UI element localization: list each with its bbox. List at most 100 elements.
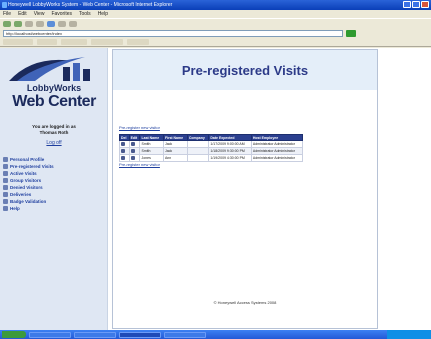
main-panel: Pre-registered Visits Pre-register new v… — [112, 49, 378, 329]
maximize-button[interactable] — [412, 1, 420, 8]
cell-date-expected: 1/19/2009 4:30:00 PM — [208, 154, 252, 162]
sidebar-item-group-visitors[interactable]: Group Visitors — [3, 177, 103, 184]
cell-company — [186, 154, 210, 162]
browser-window: Honeywell LobbyWorks System - Web Center… — [0, 0, 431, 339]
table-row: Smith Jack 1/17/2009 9:00:00 AM Administ… — [119, 140, 304, 148]
ie-icon — [2, 2, 7, 8]
window-title: Honeywell LobbyWorks System - Web Center… — [8, 2, 173, 8]
sidebar-item-label: Badge Validation — [10, 199, 47, 204]
page-footer: © Honeywell Access Systems 2008 — [213, 300, 277, 305]
sidebar-item-badge-validation[interactable]: Badge Validation — [3, 198, 103, 205]
lobbyworks-logo: LobbyWorks Web Center — [3, 51, 105, 115]
pre-register-link-top[interactable]: Pre-register new visitor — [119, 125, 372, 131]
minimize-button[interactable] — [403, 1, 411, 8]
sidebar-item-deliveries[interactable]: Deliveries — [3, 191, 103, 198]
sidebar-item-label: Help — [10, 206, 20, 211]
menu-help[interactable]: Help — [98, 10, 108, 18]
links-toolbar-item[interactable] — [127, 39, 149, 45]
pre-register-link-bottom[interactable]: Pre-register new visitor — [119, 162, 372, 168]
page-title: Pre-registered Visits — [181, 63, 309, 78]
logo-graphic — [9, 57, 90, 81]
delete-cell[interactable] — [119, 147, 130, 155]
refresh-button[interactable] — [36, 20, 44, 27]
close-button[interactable] — [421, 1, 429, 8]
table-row: Jones Ann 1/19/2009 4:30:00 PM Administr… — [119, 154, 304, 162]
menu-view[interactable]: View — [34, 10, 45, 18]
delete-cell[interactable] — [119, 140, 130, 148]
cell-host-employee: Administrator Administrator — [250, 154, 304, 162]
edit-icon[interactable] — [130, 141, 135, 146]
cell-host-employee: Administrator Administrator — [250, 147, 304, 155]
delete-icon[interactable] — [121, 148, 125, 153]
table-row: Smith Jack 1/18/2009 9:30:00 PM Administ… — [119, 147, 304, 155]
delete-icon[interactable] — [121, 141, 125, 146]
links-toolbar-item[interactable] — [3, 39, 33, 45]
start-button[interactable] — [2, 331, 26, 338]
system-tray — [387, 330, 431, 339]
profile-icon — [3, 157, 8, 162]
cell-last-name: Smith — [139, 140, 164, 148]
page-content: LobbyWorks Web Center You are logged in … — [0, 48, 431, 330]
logged-in-info: You are logged in as Thomas Roth — [8, 124, 100, 136]
edit-cell[interactable] — [128, 140, 141, 148]
visits-icon — [3, 171, 8, 176]
menu-bar: File Edit View Favorites Tools Help — [0, 10, 431, 18]
back-button[interactable] — [3, 20, 11, 27]
forward-button[interactable] — [14, 20, 22, 27]
cell-date-expected: 1/17/2009 9:00:00 AM — [208, 140, 252, 148]
logged-in-user: Thomas Roth — [39, 130, 69, 135]
group-icon — [3, 178, 8, 183]
visits-table: Del Edit Last Name First Name Company Da… — [119, 134, 304, 162]
menu-file[interactable]: File — [3, 10, 11, 18]
cell-company — [186, 140, 210, 148]
cell-first-name: Ann — [162, 154, 188, 162]
page-header: Pre-registered Visits — [113, 50, 377, 90]
delete-cell[interactable] — [119, 154, 130, 162]
logoff-link[interactable]: Log off — [8, 140, 100, 146]
home-button[interactable] — [47, 20, 55, 27]
denied-icon — [3, 185, 8, 190]
edit-cell[interactable] — [128, 147, 141, 155]
sidebar-item-active-visits[interactable]: Active Visits — [3, 170, 103, 177]
menu-edit[interactable]: Edit — [18, 10, 27, 18]
toolbar — [0, 18, 431, 28]
taskbar-button[interactable] — [29, 331, 71, 338]
sidebar: LobbyWorks Web Center You are logged in … — [0, 48, 108, 330]
address-bar: http://localhost/webcenter/index — [0, 28, 431, 38]
taskbar-button[interactable] — [74, 331, 116, 338]
cell-date-expected: 1/18/2009 9:30:00 PM — [208, 147, 252, 155]
help-icon — [3, 206, 8, 211]
links-toolbar-item[interactable] — [61, 39, 87, 45]
sidebar-item-pre-registered-visits[interactable]: Pre-registered Visits — [3, 163, 103, 170]
address-input[interactable]: http://localhost/webcenter/index — [3, 29, 343, 37]
window-controls — [403, 1, 429, 8]
sidebar-item-help[interactable]: Help — [3, 205, 103, 212]
cell-last-name: Jones — [139, 154, 164, 162]
package-icon — [3, 192, 8, 197]
title-bar: Honeywell LobbyWorks System - Web Center… — [0, 0, 431, 10]
edit-icon[interactable] — [130, 148, 135, 153]
sidebar-item-personal-profile[interactable]: Personal Profile — [3, 156, 103, 163]
edit-cell[interactable] — [128, 154, 141, 162]
menu-tools[interactable]: Tools — [79, 10, 91, 18]
logo-lobbyworks-text: LobbyWorks — [26, 83, 82, 93]
sidebar-item-label: Pre-registered Visits — [10, 164, 54, 169]
menu-favorites[interactable]: Favorites — [51, 10, 72, 18]
delete-icon[interactable] — [121, 155, 125, 160]
links-toolbar-item[interactable] — [37, 39, 57, 45]
calendar-icon — [3, 164, 8, 169]
go-button[interactable] — [346, 29, 356, 37]
sidebar-item-label: Deliveries — [10, 192, 32, 197]
sidebar-item-label: Personal Profile — [10, 157, 45, 162]
stop-button[interactable] — [25, 20, 33, 27]
links-toolbar-item[interactable] — [91, 39, 123, 45]
sidebar-item-label: Denied Visitors — [10, 185, 43, 190]
cell-host-employee: Administrator Administrator — [250, 140, 304, 148]
search-button[interactable] — [58, 20, 66, 27]
taskbar-button-active[interactable] — [119, 331, 161, 338]
sidebar-nav: Personal Profile Pre-registered Visits A… — [3, 156, 103, 212]
favorites-button[interactable] — [69, 20, 77, 27]
edit-icon[interactable] — [130, 155, 135, 160]
taskbar-button[interactable] — [164, 331, 206, 338]
sidebar-item-denied-visitors[interactable]: Denied Visitors — [3, 184, 103, 191]
